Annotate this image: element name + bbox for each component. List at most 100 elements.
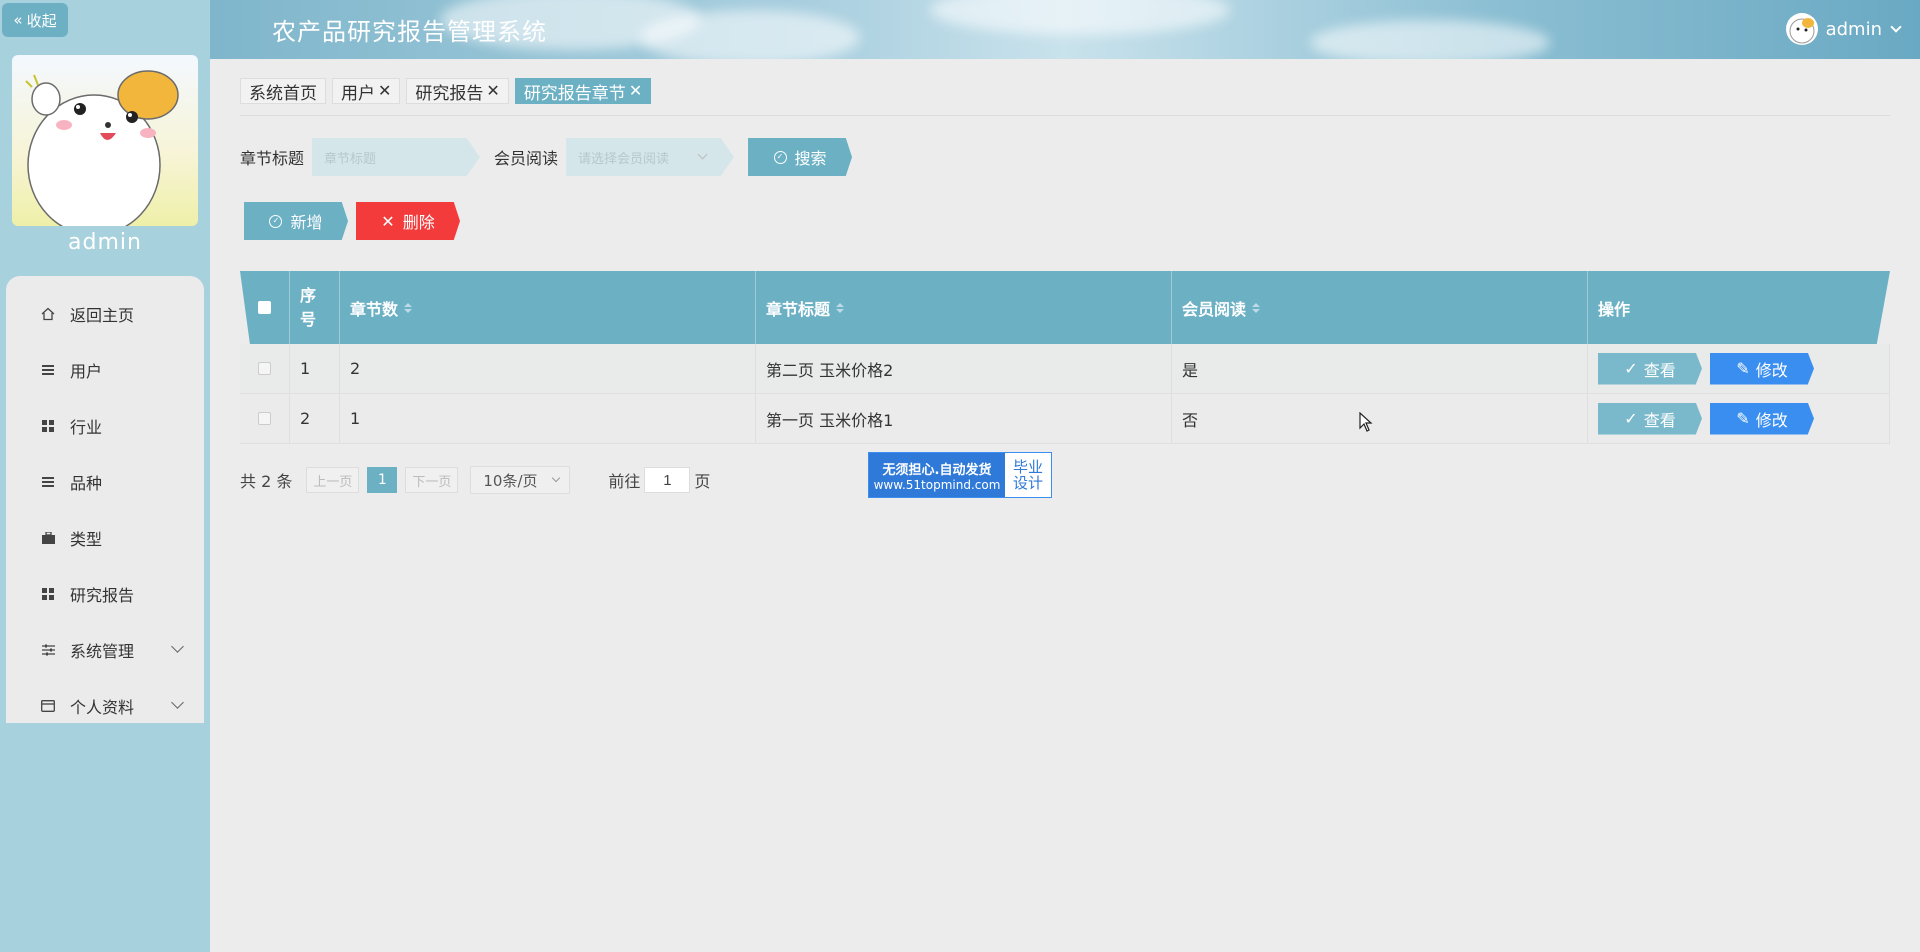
pager-total: 共 2 条 xyxy=(240,472,293,491)
cell-ops: ✓ 查看 ✎ 修改 xyxy=(1588,344,1890,393)
header-chapter-num[interactable]: 章节数 xyxy=(340,271,756,344)
table-row: 1 2 第二页 玉米价格2 是 ✓ 查看 ✎ 修改 xyxy=(240,344,1890,394)
header-member-read-label: 会员阅读 xyxy=(1182,299,1247,319)
tab-research-report-chapter[interactable]: 研究报告章节 ✕ xyxy=(514,78,652,104)
view-button[interactable]: ✓ 查看 xyxy=(1598,402,1702,435)
close-icon: ✕ xyxy=(381,211,395,231)
tab-label: 研究报告 xyxy=(415,83,484,104)
grid-icon xyxy=(38,420,58,432)
search-bar: 章节标题 章节标题 会员阅读 请选择会员阅读 ✓ 搜索 xyxy=(240,138,853,176)
cell-ops: ✓ 查看 ✎ 修改 xyxy=(1588,394,1890,443)
sidebar-item-research-report[interactable]: 研究报告 xyxy=(6,566,204,622)
app-title: 农产品研究报告管理系统 xyxy=(272,18,547,46)
row-select[interactable] xyxy=(240,344,290,393)
header-chapter-num-label: 章节数 xyxy=(350,299,399,319)
sidebar-item-system-management[interactable]: 系统管理 xyxy=(6,622,204,678)
sort-icon[interactable] xyxy=(404,302,413,313)
header-ops-label: 操作 xyxy=(1598,299,1631,319)
header-chapter-title[interactable]: 章节标题 xyxy=(756,271,1172,344)
table-header: 序号 章节数 章节标题 会员阅读 操作 xyxy=(240,271,1890,344)
goto-prefix: 前往 xyxy=(608,472,641,491)
list-icon xyxy=(38,364,58,376)
sidebar-username: admin xyxy=(68,230,142,255)
close-icon[interactable]: ✕ xyxy=(378,83,391,99)
view-button[interactable]: ✓ 查看 xyxy=(1598,352,1702,385)
chapter-title-placeholder: 章节标题 xyxy=(324,151,377,167)
collapse-button[interactable]: « 收起 xyxy=(2,3,68,37)
delete-button-label: 删除 xyxy=(402,213,435,232)
check-icon: ✓ xyxy=(1624,359,1638,378)
chevron-down-icon xyxy=(171,640,184,653)
home-icon xyxy=(38,307,58,321)
sidebar-item-label: 个人资料 xyxy=(70,698,135,717)
search-button[interactable]: ✓ 搜索 xyxy=(748,138,853,176)
briefcase-icon xyxy=(38,532,58,544)
header-select-all[interactable] xyxy=(240,271,290,344)
pencil-icon: ✎ xyxy=(1736,359,1750,378)
select-all-checkbox[interactable] xyxy=(258,301,271,314)
add-button-label: 新增 xyxy=(290,213,323,232)
tab-home[interactable]: 系统首页 xyxy=(240,78,326,104)
close-icon[interactable]: ✕ xyxy=(629,83,642,99)
member-read-label: 会员阅读 xyxy=(494,149,559,168)
tab-research-report[interactable]: 研究报告 ✕ xyxy=(406,78,509,104)
action-bar: ✓ 新增 ✕ 删除 xyxy=(244,202,460,240)
sidebar-item-label: 系统管理 xyxy=(70,642,135,661)
row-checkbox[interactable] xyxy=(258,362,271,375)
sidebar: « 收起 admin 返回主页 用户 行业 品种 类型 研究报告 系统管理 个人… xyxy=(0,0,210,952)
sort-icon[interactable] xyxy=(836,302,845,313)
cell-member-read: 否 xyxy=(1172,394,1588,443)
member-read-select[interactable]: 请选择会员阅读 xyxy=(566,138,735,176)
badge-left: 无须担心.自动发货 www.51topmind.com xyxy=(869,453,1005,497)
sidebar-item-label: 返回主页 xyxy=(70,306,135,325)
next-page-button[interactable]: 下一页 xyxy=(405,467,459,493)
header-user-menu[interactable]: admin xyxy=(1785,13,1902,45)
sort-icon[interactable] xyxy=(1252,302,1261,313)
watermark-badge[interactable]: 无须担心.自动发货 www.51topmind.com 毕业 设计 xyxy=(868,452,1052,498)
chevron-down-icon xyxy=(697,149,708,160)
member-read-placeholder: 请选择会员阅读 xyxy=(578,151,670,167)
sidebar-item-profile[interactable]: 个人资料 xyxy=(6,678,204,734)
cell-chapter-title: 第二页 玉米价格2 xyxy=(756,344,1172,393)
sidebar-item-variety[interactable]: 品种 xyxy=(6,454,204,510)
edit-button[interactable]: ✎ 修改 xyxy=(1710,352,1814,385)
check-circle-icon: ✓ xyxy=(269,214,283,228)
row-checkbox[interactable] xyxy=(258,412,271,425)
sidebar-item-users[interactable]: 用户 xyxy=(6,342,204,398)
delete-button[interactable]: ✕ 删除 xyxy=(356,202,460,240)
cell-chapter-title: 第一页 玉米价格1 xyxy=(756,394,1172,443)
prev-page-button[interactable]: 上一页 xyxy=(306,467,360,493)
view-button-label: 查看 xyxy=(1643,360,1676,380)
mouse-cursor-icon xyxy=(1359,412,1373,432)
cell-chapter-num: 1 xyxy=(340,394,756,443)
header-chapter-title-label: 章节标题 xyxy=(766,299,831,319)
tab-label: 研究报告章节 xyxy=(523,83,626,104)
sidebar-item-type[interactable]: 类型 xyxy=(6,510,204,566)
tab-bar: 系统首页 用户 ✕ 研究报告 ✕ 研究报告章节 ✕ xyxy=(240,78,652,104)
sidebar-item-industry[interactable]: 行业 xyxy=(6,398,204,454)
page-size-select[interactable]: 10条/页 xyxy=(470,466,571,494)
add-button[interactable]: ✓ 新增 xyxy=(244,202,348,240)
header-member-read[interactable]: 会员阅读 xyxy=(1172,271,1588,344)
header-ops: 操作 xyxy=(1588,271,1890,344)
chapter-title-label: 章节标题 xyxy=(240,149,305,168)
chapter-title-input[interactable]: 章节标题 xyxy=(312,138,481,176)
cell-member-read: 是 xyxy=(1172,344,1588,393)
sidebar-item-home[interactable]: 返回主页 xyxy=(6,286,204,342)
sidebar-item-label: 研究报告 xyxy=(70,586,135,605)
page-number-current[interactable]: 1 xyxy=(367,467,398,493)
badge-right1: 毕业 xyxy=(1012,457,1043,476)
collapse-label: 收起 xyxy=(26,11,57,30)
goto-page-input[interactable] xyxy=(644,467,691,493)
top-header: 农产品研究报告管理系统 admin xyxy=(210,0,1920,59)
edit-button-label: 修改 xyxy=(1755,360,1788,380)
page-size-value: 10条/页 xyxy=(483,471,538,490)
close-icon[interactable]: ✕ xyxy=(486,83,499,99)
edit-button[interactable]: ✎ 修改 xyxy=(1710,402,1814,435)
tab-label: 系统首页 xyxy=(249,83,317,104)
badge-line1: 无须担心.自动发货 xyxy=(882,462,992,478)
row-select[interactable] xyxy=(240,394,290,443)
tab-users[interactable]: 用户 ✕ xyxy=(332,78,401,104)
cell-index: 2 xyxy=(290,394,340,443)
badge-line2: www.51topmind.com xyxy=(873,477,1001,492)
